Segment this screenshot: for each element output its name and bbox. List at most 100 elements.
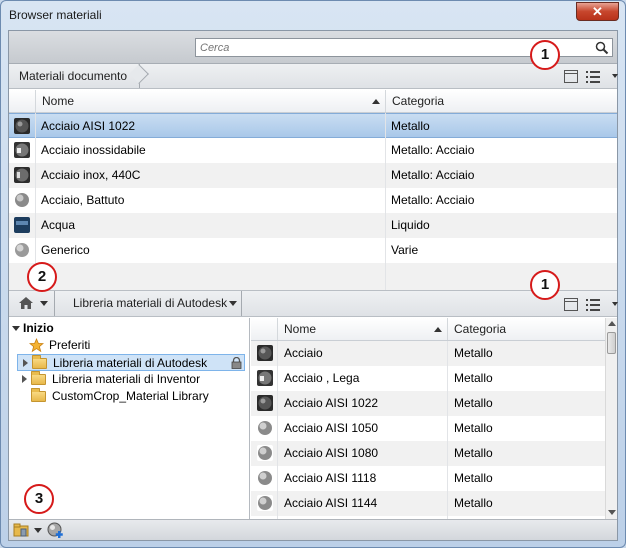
document-materials-bar: Materiali documento (9, 64, 618, 89)
table-row[interactable]: Acciaio AISI 1022 Metallo (251, 391, 605, 416)
table-row[interactable]: Generico Varie (9, 238, 617, 263)
row-category: Metallo (454, 496, 493, 510)
column-divider (385, 113, 386, 290)
material-swatch-icon (257, 395, 273, 411)
row-name: Acciaio AISI 1022 (284, 396, 379, 410)
row-name: Acciaio inox, 440C (41, 168, 141, 182)
row-category: Metallo (391, 119, 430, 133)
scroll-down-icon[interactable] (608, 510, 616, 515)
row-name: Acqua (41, 218, 76, 232)
tree-root[interactable]: Inizio (11, 320, 241, 337)
row-category: Varie (391, 243, 419, 257)
chevron-down-icon[interactable] (34, 528, 42, 533)
table-row[interactable]: Acciaio Metallo (251, 341, 605, 366)
search-icon[interactable] (595, 41, 609, 55)
material-swatch-icon (14, 167, 30, 183)
folder-icon (31, 371, 46, 385)
row-category: Liquido (391, 218, 430, 232)
row-category: Metallo: Acciaio (391, 193, 475, 207)
row-name: Acciaio AISI 1080 (284, 446, 379, 460)
table-row[interactable]: Acciaio AISI 1080 Metallo (251, 441, 605, 466)
scroll-thumb[interactable] (607, 332, 616, 354)
tree-item-inventor-library[interactable]: Libreria materiali di Inventor (17, 371, 245, 388)
list-view-icon[interactable] (586, 69, 608, 85)
panel-toggle-icon[interactable] (564, 298, 578, 311)
lock-icon (231, 357, 242, 369)
table-row[interactable]: Acciaio AISI 1050 Metallo (251, 416, 605, 441)
material-swatch-icon (257, 370, 273, 386)
row-name: Acciaio , Lega (284, 371, 360, 385)
expand-icon[interactable] (22, 375, 27, 383)
column-header-category[interactable]: Categoria (385, 90, 617, 112)
material-swatch-icon (257, 420, 273, 436)
sort-ascending-icon (372, 99, 380, 104)
column-divider (447, 341, 448, 519)
material-swatch-icon (14, 118, 30, 134)
list-view-icon[interactable] (586, 297, 608, 313)
material-swatch-icon (257, 495, 273, 511)
row-name: Generico (41, 243, 90, 257)
breadcrumb-document-materials[interactable]: Materiali documento (9, 64, 141, 88)
panel-toggle-icon[interactable] (564, 70, 578, 83)
row-name: Acciaio inossidabile (41, 143, 146, 157)
material-swatch-icon (257, 445, 273, 461)
column-divider (277, 341, 278, 519)
expand-icon[interactable] (23, 359, 28, 367)
library-view-options (564, 296, 620, 314)
chevron-down-icon[interactable] (40, 301, 48, 306)
home-button[interactable] (9, 291, 55, 316)
material-swatch-icon (14, 142, 30, 158)
title-bar[interactable]: Browser materiali ✕ (1, 1, 625, 29)
column-category-label: Categoria (392, 94, 445, 108)
column-header-name[interactable]: Nome (277, 318, 447, 340)
search-bar (9, 31, 617, 64)
callout-marker: 2 (27, 262, 57, 292)
vertical-scrollbar[interactable] (605, 318, 617, 519)
material-swatch-icon (14, 192, 30, 208)
row-category: Metallo (454, 346, 493, 360)
close-button[interactable]: ✕ (576, 2, 619, 21)
material-swatch-icon (14, 242, 30, 258)
library-bar: Libreria materiali di Autodesk (9, 290, 620, 317)
chevron-down-icon[interactable] (229, 301, 238, 306)
callout-marker: 3 (24, 484, 54, 514)
material-swatch-icon (257, 345, 273, 361)
tree-item-label: Libreria materiali di Autodesk (53, 356, 208, 370)
material-swatch-icon (14, 217, 30, 233)
row-category: Metallo: Acciaio (391, 143, 475, 157)
tree-item-favorites[interactable]: Preferiti (11, 337, 241, 354)
table-row[interactable]: Acciaio , Lega Metallo (251, 366, 605, 391)
tree-item-autodesk-library[interactable]: Libreria materiali di Autodesk (17, 354, 245, 371)
chevron-down-icon[interactable] (612, 74, 618, 78)
tree-item-custom-library[interactable]: CustomCrop_Material Library (17, 388, 245, 405)
column-header-name[interactable]: Nome (35, 90, 385, 112)
column-name-label: Nome (284, 322, 317, 336)
tree-item-label: CustomCrop_Material Library (52, 389, 209, 403)
table-row[interactable]: Acciaio AISI 1022 Metallo (9, 113, 617, 138)
expand-icon[interactable] (12, 326, 20, 331)
browser-content: Materiali documento Nome Categoria (8, 30, 618, 541)
bottom-toolbar (9, 519, 617, 540)
table-row[interactable]: Acciaio AISI 1118 Metallo (251, 466, 605, 491)
library-materials-table: Nome Categoria Acciaio Metallo Acciaio ,… (251, 318, 617, 519)
chevron-down-icon[interactable] (612, 302, 618, 306)
row-name: Acciaio AISI 1050 (284, 421, 379, 435)
home-icon[interactable] (18, 296, 34, 310)
table-row[interactable]: Acciaio AISI 1144 Metallo (251, 491, 605, 516)
table-row[interactable]: Acciaio inossidabile Metallo: Acciaio (9, 138, 617, 163)
row-name: Acciaio, Battuto (41, 193, 125, 207)
row-name: Acciaio (284, 346, 323, 360)
row-name: Acciaio AISI 1118 (284, 471, 377, 485)
create-material-icon[interactable] (47, 522, 64, 539)
row-category: Metallo (454, 446, 493, 460)
table-row[interactable]: Acciaio inox, 440C Metallo: Acciaio (9, 163, 617, 188)
callout-marker: 1 (530, 40, 560, 70)
column-header-category[interactable]: Categoria (447, 318, 605, 340)
scroll-up-icon[interactable] (608, 321, 616, 326)
folder-icon (31, 388, 46, 402)
manage-library-icon[interactable] (13, 523, 31, 538)
table-row[interactable]: Acqua Liquido (9, 213, 617, 238)
table-row[interactable]: Acciaio, Battuto Metallo: Acciaio (9, 188, 617, 213)
row-category: Metallo (454, 396, 493, 410)
breadcrumb-autodesk-library[interactable]: Libreria materiali di Autodesk (59, 291, 243, 316)
